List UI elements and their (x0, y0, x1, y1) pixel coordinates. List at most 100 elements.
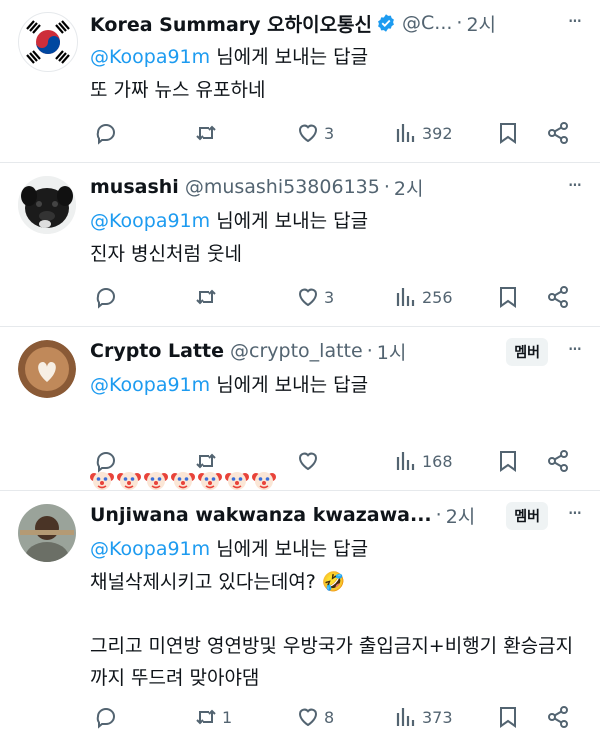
display-name[interactable]: musashi (90, 176, 179, 198)
latte-art-avatar (18, 340, 76, 398)
korean-flag-icon (26, 20, 70, 64)
more-options-icon[interactable]: ··· (562, 503, 586, 528)
reply-to-line: @Koopa91m 님에게 보내는 답글 (90, 534, 368, 561)
retweet-icon (196, 709, 216, 725)
view-count: 392 (422, 123, 453, 143)
reply-button[interactable] (94, 118, 118, 148)
tweet[interactable]: Unjiwana wakwanza kwazawa... · 2시 멤버 ···… (0, 490, 600, 742)
retweet-button[interactable] (194, 118, 222, 148)
avatar[interactable] (18, 176, 76, 234)
timestamp[interactable]: 2시 (446, 502, 476, 529)
heart-icon (298, 124, 318, 143)
tweet-text: 진자 병신처럼 웃네 (90, 243, 242, 265)
reply-icon (96, 708, 115, 729)
heart-icon (298, 708, 318, 727)
action-bar: 1 8 373 (90, 702, 586, 732)
user-handle[interactable]: @crypto_latte (230, 340, 363, 362)
view-count: 168 (422, 451, 453, 471)
bookmark-icon (500, 123, 516, 144)
more-options-icon[interactable]: ··· (562, 339, 586, 364)
avatar[interactable] (18, 340, 76, 398)
display-name[interactable]: Crypto Latte (90, 340, 224, 362)
bookmark-button[interactable] (496, 446, 520, 476)
like-count: 3 (324, 287, 335, 307)
like-button[interactable]: 3 (296, 118, 334, 148)
views-button[interactable]: 392 (394, 118, 453, 148)
views-chart-icon (396, 452, 415, 470)
heart-icon (298, 452, 318, 471)
display-name[interactable]: Unjiwana wakwanza kwazawa... (90, 504, 432, 526)
mention-link[interactable]: @Koopa91m (90, 374, 210, 396)
separator-dot: · (366, 340, 373, 362)
reply-button[interactable] (94, 282, 118, 312)
reply-to-suffix: 님에게 보내는 답글 (210, 374, 369, 396)
reply-button[interactable] (94, 702, 118, 732)
views-chart-icon (396, 124, 415, 142)
reply-to-suffix: 님에게 보내는 답글 (210, 538, 369, 560)
like-count: 3 (324, 123, 335, 143)
reply-button[interactable] (94, 446, 118, 476)
retweet-button[interactable]: 1 (194, 702, 232, 732)
bookmark-icon (500, 707, 516, 728)
mention-link[interactable]: @Koopa91m (90, 538, 210, 560)
retweet-icon (196, 289, 216, 305)
reply-to-line: @Koopa91m 님에게 보내는 답글 (90, 42, 368, 69)
views-button[interactable]: 256 (394, 282, 453, 312)
view-count: 256 (422, 287, 453, 307)
views-button[interactable]: 373 (394, 702, 453, 732)
tweet-header: Unjiwana wakwanza kwazawa... · 2시 (90, 500, 490, 530)
bookmark-button[interactable] (496, 118, 520, 148)
reply-to-suffix: 님에게 보내는 답글 (210, 46, 369, 68)
mention-link[interactable]: @Koopa91m (90, 46, 210, 68)
member-badge: 멤버 (506, 502, 548, 530)
more-options-icon[interactable]: ··· (562, 11, 586, 36)
tweet[interactable]: Korea Summary 오하이오통신 @C... · 2시 ··· @Koo… (0, 0, 600, 163)
retweet-icon (196, 453, 216, 469)
tweet[interactable]: Crypto Latte @crypto_latte · 1시 멤버 ··· @… (0, 326, 600, 491)
share-button[interactable] (546, 282, 570, 312)
tweet[interactable]: musashi @musashi53806135 · 2시 ··· @Koopa… (0, 162, 600, 327)
timestamp[interactable]: 2시 (394, 174, 424, 201)
like-button[interactable] (296, 446, 324, 476)
more-options-icon[interactable]: ··· (562, 175, 586, 200)
user-handle[interactable]: @musashi53806135 (185, 176, 380, 198)
retweet-button[interactable] (194, 282, 222, 312)
bookmark-button[interactable] (496, 282, 520, 312)
views-chart-icon (396, 708, 415, 726)
timestamp[interactable]: 2시 (466, 10, 496, 37)
reply-to-line: @Koopa91m 님에게 보내는 답글 (90, 206, 368, 233)
reply-to-suffix: 님에게 보내는 답글 (210, 210, 369, 232)
view-count: 373 (422, 707, 453, 727)
avatar[interactable] (18, 12, 78, 72)
retweet-button[interactable] (194, 446, 222, 476)
timestamp[interactable]: 1시 (377, 338, 407, 365)
share-icon (548, 286, 568, 308)
heart-icon (298, 288, 318, 307)
views-button[interactable]: 168 (394, 446, 453, 476)
retweet-icon (196, 125, 216, 141)
share-button[interactable] (546, 446, 570, 476)
action-bar: 3 256 (90, 282, 586, 312)
reply-icon (96, 288, 115, 309)
share-button[interactable] (546, 702, 570, 732)
separator-dot: · (435, 504, 442, 526)
tweet-header: Korea Summary 오하이오통신 @C... · 2시 (90, 8, 560, 38)
like-button[interactable]: 3 (296, 282, 334, 312)
like-button[interactable]: 8 (296, 702, 334, 732)
share-icon (548, 706, 568, 728)
avatar[interactable] (18, 504, 76, 562)
share-button[interactable] (546, 118, 570, 148)
bookmark-button[interactable] (496, 702, 520, 732)
user-handle[interactable]: @C... (402, 12, 452, 34)
black-dog-avatar (18, 176, 76, 234)
tweet-text: 채널삭제시키고 있다는데여? 🤣 그리고 미연방 영연방및 우방국가 출입금지+… (90, 571, 574, 689)
views-chart-icon (396, 288, 415, 306)
reply-to-line: @Koopa91m 님에게 보내는 답글 (90, 370, 368, 397)
bookmark-icon (500, 451, 516, 472)
tweet-header: Crypto Latte @crypto_latte · 1시 (90, 336, 480, 366)
tweet-text: 또 가짜 뉴스 유포하네 (90, 79, 266, 101)
share-icon (548, 450, 568, 472)
separator-dot: · (456, 12, 463, 34)
mention-link[interactable]: @Koopa91m (90, 210, 210, 232)
display-name[interactable]: Korea Summary 오하이오통신 (90, 10, 372, 37)
